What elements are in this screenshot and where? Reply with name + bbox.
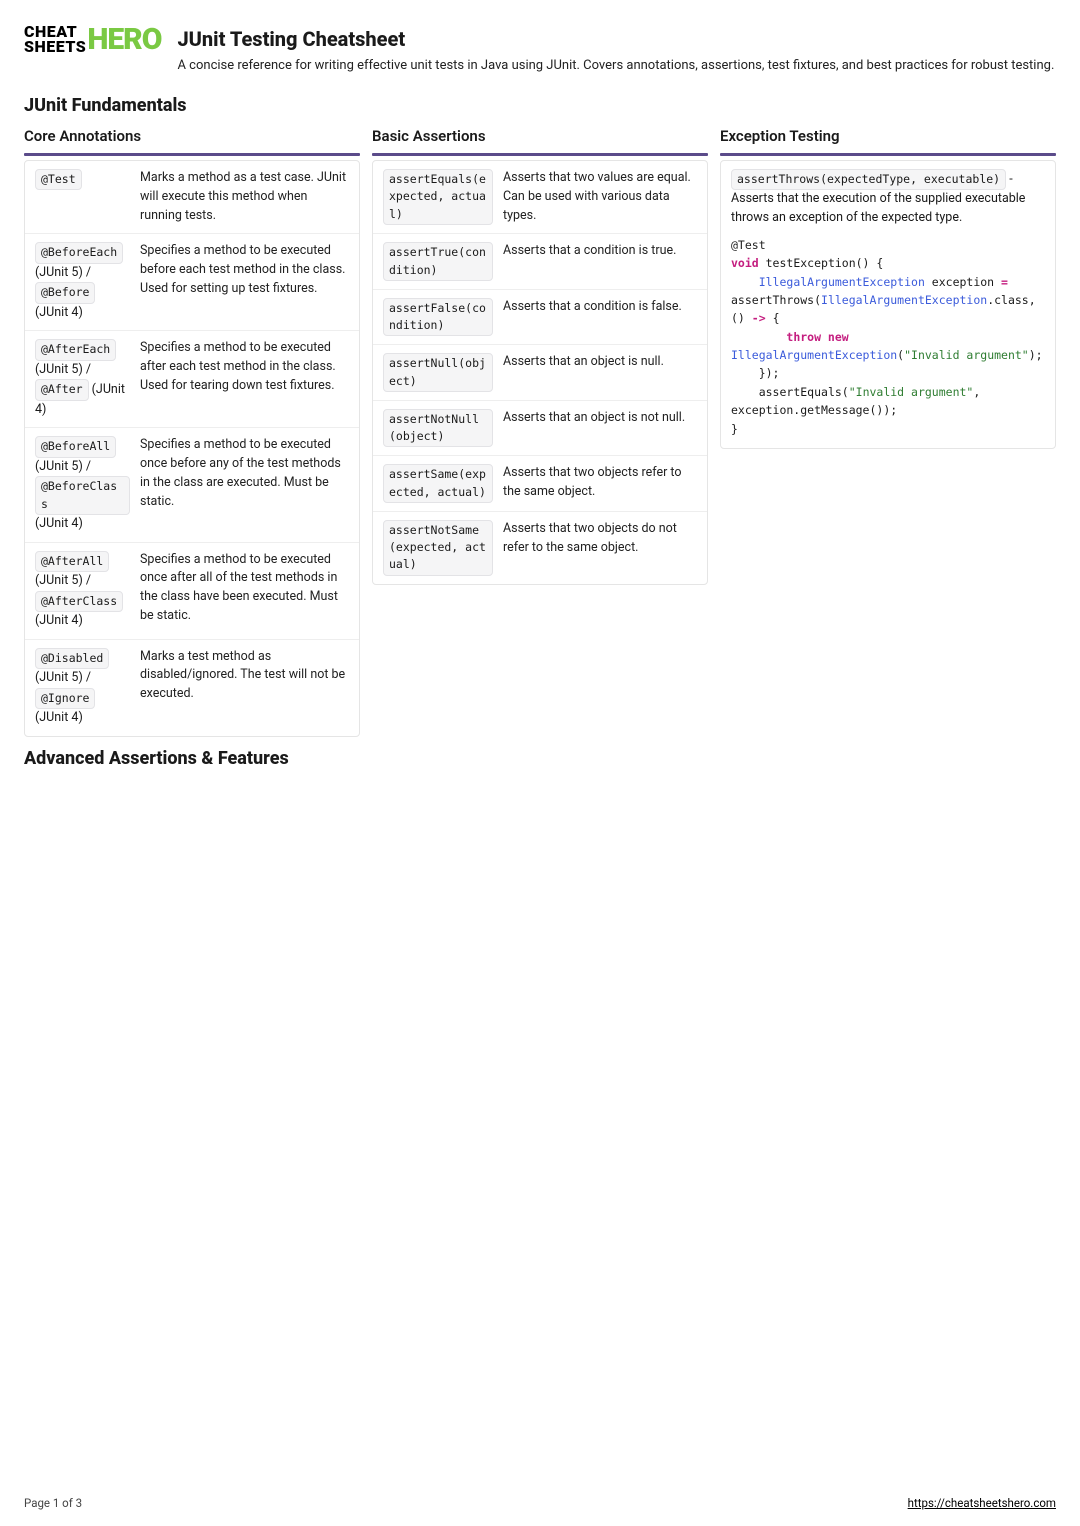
accent-bar [372, 153, 708, 156]
footer-link[interactable]: https://cheatsheetshero.com [908, 1495, 1056, 1512]
code-tag: @Disabled [35, 648, 109, 669]
basic-assertions-table: assertEquals(expected, actual) Asserts t… [372, 160, 708, 585]
annotation-desc: Marks a method as a test case. JUnit wil… [140, 169, 349, 225]
logo-left: CHEAT SHEETS [24, 24, 86, 54]
core-annotations-heading: Core Annotations [24, 125, 360, 148]
table-row: @BeforeEach (JUnit 5) / @Before (JUnit 4… [25, 233, 359, 330]
annotation-desc: Specifies a method to be executed once a… [140, 551, 349, 631]
table-row: @AfterEach (JUnit 5) / @After (JUnit 4) … [25, 330, 359, 427]
assertion-key: assertNotSame(expected, actual) [383, 520, 493, 576]
page-indicator: Page 1 of 3 [24, 1495, 82, 1512]
exception-testing-card: Exception Testing assertThrows(expectedT… [720, 125, 1056, 737]
table-row: @Disabled (JUnit 5) / @Ignore (JUnit 4) … [25, 639, 359, 736]
table-row: assertSame(expected, actual) Asserts tha… [373, 455, 707, 511]
code-tag: @BeforeAll [35, 436, 116, 457]
annotation-key: @Disabled (JUnit 5) / @Ignore (JUnit 4) [35, 648, 130, 728]
table-row: assertNotNull(object) Asserts that an ob… [373, 400, 707, 456]
assertion-desc: Asserts that two objects refer to the sa… [503, 464, 697, 503]
basic-assertions-card: Basic Assertions assertEquals(expected, … [372, 125, 708, 737]
exception-code-block: @Test void testException() { IllegalArgu… [731, 236, 1045, 438]
code-tag: @AfterAll [35, 551, 109, 572]
exception-testing-heading: Exception Testing [720, 125, 1056, 148]
code-tag: assertNotSame(expected, actual) [383, 520, 493, 576]
page-subtitle: A concise reference for writing effectiv… [177, 56, 1054, 76]
code-tag: assertNull(object) [383, 353, 493, 392]
code-tag: assertThrows(expectedType, executable) [731, 169, 1006, 190]
assertion-desc: Asserts that two values are equal. Can b… [503, 169, 697, 225]
annotation-key: @BeforeAll (JUnit 5) / @BeforeClass (JUn… [35, 436, 130, 533]
assertion-desc: Asserts that a condition is false. [503, 298, 697, 337]
page-header: CHEAT SHEETS HERO JUnit Testing Cheatshe… [24, 24, 1056, 76]
assertion-key: assertFalse(condition) [383, 298, 493, 337]
section-heading-fundamentals: JUnit Fundamentals [24, 92, 1056, 119]
assertion-desc: Asserts that an object is not null. [503, 409, 697, 448]
assertion-key: assertNull(object) [383, 353, 493, 392]
code-tag: @BeforeEach [35, 242, 123, 263]
exception-intro-text: assertThrows(expectedType, executable) -… [731, 169, 1045, 228]
exception-intro-box: assertThrows(expectedType, executable) -… [720, 160, 1056, 449]
code-tag: @Test [35, 169, 82, 190]
assertion-desc: Asserts that two objects do not refer to… [503, 520, 697, 576]
code-tag: assertSame(expected, actual) [383, 464, 493, 503]
code-tag: assertTrue(condition) [383, 242, 493, 281]
annotation-key: @AfterEach (JUnit 5) / @After (JUnit 4) [35, 339, 130, 419]
annotation-key: @AfterAll (JUnit 5) / @AfterClass (JUnit… [35, 551, 130, 631]
assertion-key: assertTrue(condition) [383, 242, 493, 281]
page-footer: Page 1 of 3 https://cheatsheetshero.com [24, 1495, 1056, 1512]
code-tag: @BeforeClass [35, 476, 130, 515]
annotation-desc: Specifies a method to be executed once b… [140, 436, 349, 533]
table-row: assertTrue(condition) Asserts that a con… [373, 233, 707, 289]
title-block: JUnit Testing Cheatsheet A concise refer… [177, 24, 1054, 76]
annotation-desc: Specifies a method to be executed before… [140, 242, 349, 322]
code-tag: @Before [35, 282, 95, 303]
annotation-desc: Marks a test method as disabled/ignored.… [140, 648, 349, 728]
assertion-key: assertEquals(expected, actual) [383, 169, 493, 225]
assertion-key: assertSame(expected, actual) [383, 464, 493, 503]
table-row: @AfterAll (JUnit 5) / @AfterClass (JUnit… [25, 542, 359, 639]
table-row: assertEquals(expected, actual) Asserts t… [373, 161, 707, 233]
basic-assertions-heading: Basic Assertions [372, 125, 708, 148]
content-columns: Core Annotations @Test Marks a method as… [24, 125, 1056, 737]
accent-bar [24, 153, 360, 156]
assertion-desc: Asserts that an object is null. [503, 353, 697, 392]
page-title: JUnit Testing Cheatsheet [177, 24, 1054, 54]
code-tag: assertNotNull(object) [383, 409, 493, 448]
logo: CHEAT SHEETS HERO [24, 24, 161, 54]
table-row: assertNotSame(expected, actual) Asserts … [373, 511, 707, 584]
core-annotations-table: @Test Marks a method as a test case. JUn… [24, 160, 360, 737]
table-row: @BeforeAll (JUnit 5) / @BeforeClass (JUn… [25, 427, 359, 541]
assertion-key: assertNotNull(object) [383, 409, 493, 448]
code-tag: assertEquals(expected, actual) [383, 169, 493, 225]
code-tag: @AfterEach [35, 339, 116, 360]
annotation-key: @Test [35, 169, 130, 225]
code-tag: @AfterClass [35, 591, 123, 612]
annotation-key: @BeforeEach (JUnit 5) / @Before (JUnit 4… [35, 242, 130, 322]
logo-text-right: HERO [87, 26, 161, 53]
assertion-desc: Asserts that a condition is true. [503, 242, 697, 281]
table-row: @Test Marks a method as a test case. JUn… [25, 161, 359, 233]
logo-text-bottom: SHEETS [24, 39, 86, 54]
table-row: assertNull(object) Asserts that an objec… [373, 344, 707, 400]
code-tag: assertFalse(condition) [383, 298, 493, 337]
core-annotations-card: Core Annotations @Test Marks a method as… [24, 125, 360, 737]
code-tag: @Ignore [35, 688, 95, 709]
section-heading-advanced: Advanced Assertions & Features [24, 745, 1056, 772]
accent-bar [720, 153, 1056, 156]
table-row: assertFalse(condition) Asserts that a co… [373, 289, 707, 345]
annotation-desc: Specifies a method to be executed after … [140, 339, 349, 419]
code-tag: @After [35, 379, 89, 400]
